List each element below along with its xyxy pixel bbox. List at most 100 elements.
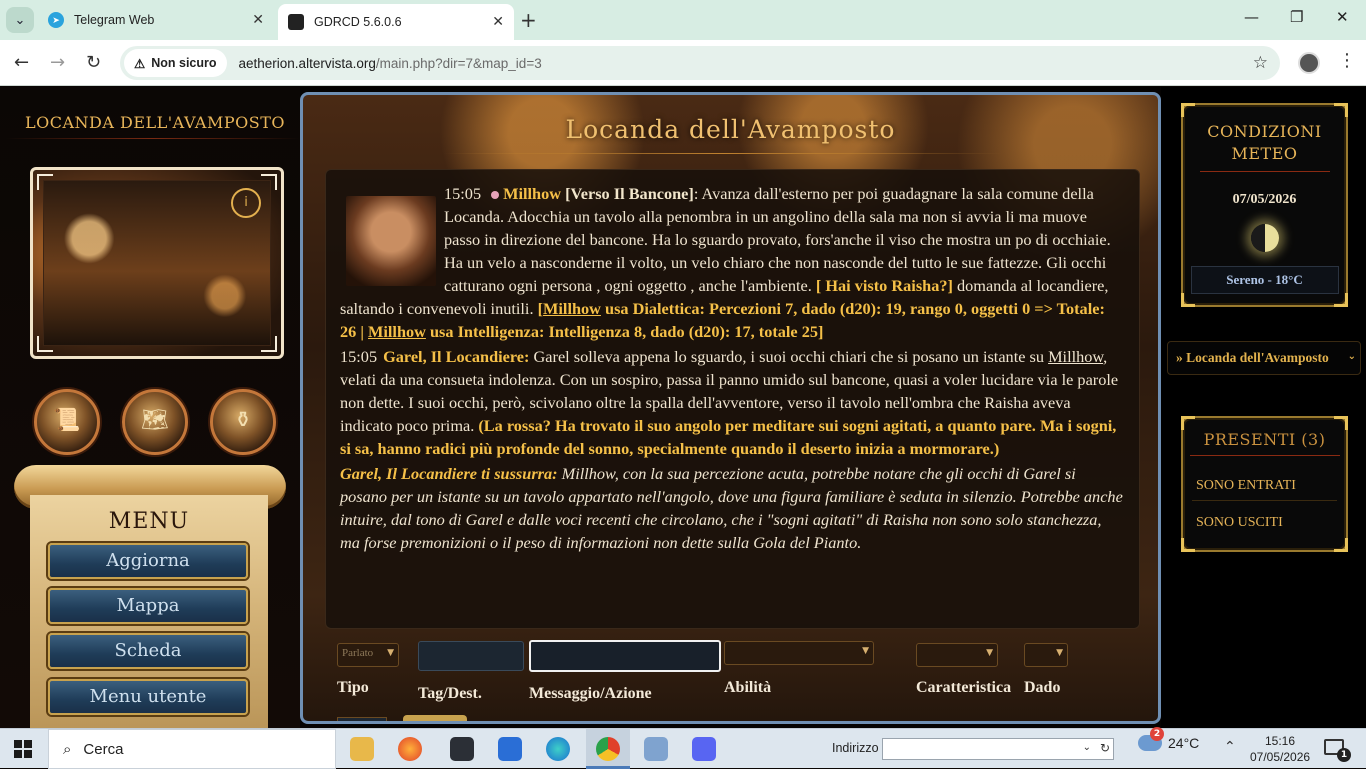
- new-tab-icon[interactable]: +: [520, 8, 537, 32]
- back-icon[interactable]: ←: [14, 52, 29, 73]
- frame-corner: [1334, 416, 1348, 430]
- edge-icon[interactable]: [546, 737, 570, 761]
- notepad-icon[interactable]: [644, 737, 668, 761]
- present-panel: PRESENTI (3) SONO ENTRATI SONO USCITI: [1181, 416, 1348, 552]
- tag-label: Tag/Dest.: [418, 685, 482, 702]
- file-explorer-icon[interactable]: [350, 737, 374, 761]
- refresh-icon[interactable]: ↻: [1100, 741, 1110, 755]
- skill-select[interactable]: ▼: [724, 641, 874, 665]
- present-title[interactable]: PRESENTI (3): [1183, 430, 1346, 449]
- whisper-label: Garel, Il Locandiere ti sussurra:: [340, 464, 558, 483]
- temperature: 24°C: [1168, 735, 1200, 751]
- menu-aggiorna-button[interactable]: Aggiorna: [48, 543, 248, 579]
- discord-icon[interactable]: [692, 737, 716, 761]
- frame-corner: [1334, 538, 1348, 552]
- forward-icon[interactable]: →: [50, 52, 65, 73]
- speaker-name[interactable]: Garel, Il Locandiere:: [383, 347, 529, 366]
- left-link[interactable]: SONO USCITI: [1196, 515, 1346, 531]
- frame-corner: [261, 174, 277, 190]
- profile-avatar[interactable]: [1298, 52, 1320, 74]
- menu-utente-button[interactable]: Menu utente: [48, 679, 248, 715]
- search-icon: ⌕: [63, 740, 72, 758]
- weather-badge: 2: [1150, 727, 1164, 741]
- weather-widget[interactable]: 2 24°C: [1138, 727, 1200, 751]
- notification-icon[interactable]: 1: [1324, 739, 1351, 762]
- location-select[interactable]: » Locanda dell'Avamposto ⌄: [1167, 341, 1361, 375]
- bookmark-star-icon[interactable]: ☆: [1253, 53, 1268, 73]
- type-select[interactable]: Parlato ▼: [337, 643, 399, 667]
- scroll-icon: 📜: [53, 408, 81, 433]
- characteristic-label: Caratteristica: [916, 679, 1012, 696]
- weather-date: 07/05/2026: [1232, 192, 1297, 207]
- system-clock[interactable]: 15:16 07/05/2026: [1250, 733, 1310, 765]
- scroll-map-button[interactable]: 📜: [34, 389, 100, 455]
- location-image[interactable]: i: [30, 167, 284, 359]
- browser-tab-bar: ⌄ ➤ Telegram Web ✕ GDRCD 5.6.0.6 ✕ + — ❐…: [0, 0, 1366, 40]
- chevron-down-icon: ▼: [1056, 648, 1063, 658]
- gdrcd-icon: [288, 14, 304, 30]
- chat-title: Locanda dell'Avamposto: [565, 115, 896, 144]
- avatar[interactable]: [346, 196, 436, 286]
- chat-message: 15:05 Millhow [Verso Il Bancone]: Avanza …: [340, 182, 1125, 343]
- send-button[interactable]: [403, 715, 467, 721]
- frame-corner: [1181, 538, 1195, 552]
- speaker-name[interactable]: Millhow: [503, 184, 561, 203]
- characteristic-select[interactable]: ▼: [916, 643, 998, 667]
- chat-form: Parlato ▼ ▼ ▼ ▼ Tipo Tag/Dest. Messaggio…: [303, 635, 1158, 721]
- chevron-down-icon: ⌄: [1347, 351, 1356, 362]
- message-label: Messaggio/Azione: [529, 685, 652, 702]
- entered-link[interactable]: SONO ENTRATI: [1196, 478, 1346, 494]
- message-input[interactable]: [529, 640, 721, 672]
- outlook-icon[interactable]: [498, 737, 522, 761]
- inventory-button[interactable]: ⚱: [210, 389, 276, 455]
- right-sidebar: CONDIZIONI METEO 07/05/2026 Sereno - 18°…: [1161, 87, 1366, 728]
- restore-icon[interactable]: ❐: [1290, 8, 1303, 26]
- tab-gdrcd[interactable]: GDRCD 5.6.0.6 ✕: [278, 4, 514, 40]
- documents-button[interactable]: 🗺: [122, 389, 188, 455]
- chrome-icon: [596, 737, 620, 761]
- weather-panel: CONDIZIONI METEO 07/05/2026 Sereno - 18°…: [1181, 103, 1348, 307]
- message-text: Garel solleva appena lo sguardo, i suoi …: [529, 347, 1049, 366]
- menu-mappa-button[interactable]: Mappa: [48, 588, 248, 624]
- browser-menu-icon[interactable]: ⋮: [1338, 50, 1356, 71]
- roll-player-link[interactable]: Millhow: [368, 322, 426, 341]
- reload-icon[interactable]: ↻: [86, 52, 101, 73]
- tab-title: Telegram Web: [74, 13, 155, 27]
- tag-input[interactable]: [418, 641, 524, 671]
- url-input[interactable]: ⚠ Non sicuro aetherion.altervista.org/ma…: [120, 46, 1280, 80]
- security-chip[interactable]: ⚠ Non sicuro: [124, 49, 227, 77]
- extra-input[interactable]: [337, 717, 387, 721]
- frame-corner: [37, 336, 53, 352]
- address-bar: ← → ↻ ⚠ Non sicuro aetherion.altervista.…: [0, 40, 1366, 86]
- windows-start-icon[interactable]: [14, 740, 32, 758]
- documents-icon: 🗺: [141, 408, 169, 433]
- roll-player-link[interactable]: Millhow: [543, 299, 601, 318]
- taskbar-search[interactable]: ⌕ Cerca: [48, 729, 336, 769]
- close-tab-icon[interactable]: ✕: [492, 14, 504, 30]
- chrome-taskbar-button[interactable]: [586, 729, 630, 769]
- message-quote: [ Hai visto Raisha?]: [815, 276, 953, 295]
- address-toolbar-label: Indirizzo: [832, 741, 879, 755]
- close-tab-icon[interactable]: ✕: [252, 12, 264, 28]
- info-icon[interactable]: i: [231, 188, 261, 218]
- game-launcher-icon[interactable]: [450, 737, 474, 761]
- frame-corner: [1334, 103, 1348, 117]
- divider: [443, 153, 1003, 154]
- menu-title: MENU: [108, 509, 190, 534]
- windows-taskbar: ⌕ Cerca Indirizzo ⌄ ↻ 2 24°C ⌃ 15:16 07/…: [0, 727, 1366, 769]
- frame-corner: [261, 336, 277, 352]
- dice-select[interactable]: ▼: [1024, 643, 1068, 667]
- chat-message: 15:05 Garel, Il Locandiere: Garel solleva…: [340, 345, 1125, 460]
- mention-link[interactable]: Millhow: [1048, 347, 1103, 366]
- tab-title: GDRCD 5.6.0.6: [314, 15, 402, 29]
- window-close-icon[interactable]: ✕: [1336, 8, 1349, 26]
- tab-search-button[interactable]: ⌄: [6, 7, 34, 33]
- minimize-icon[interactable]: —: [1244, 8, 1259, 26]
- menu-scheda-button[interactable]: Scheda: [48, 633, 248, 669]
- chevron-down-icon: ▼: [862, 646, 869, 656]
- chat-log[interactable]: 15:05 Millhow [Verso Il Bancone]: Avanza …: [325, 169, 1140, 629]
- tray-chevron-icon[interactable]: ⌃: [1224, 739, 1236, 755]
- address-toolbar-input[interactable]: ⌄ ↻: [882, 738, 1114, 760]
- tab-telegram[interactable]: ➤ Telegram Web ✕: [38, 4, 274, 36]
- firefox-icon[interactable]: [398, 737, 422, 761]
